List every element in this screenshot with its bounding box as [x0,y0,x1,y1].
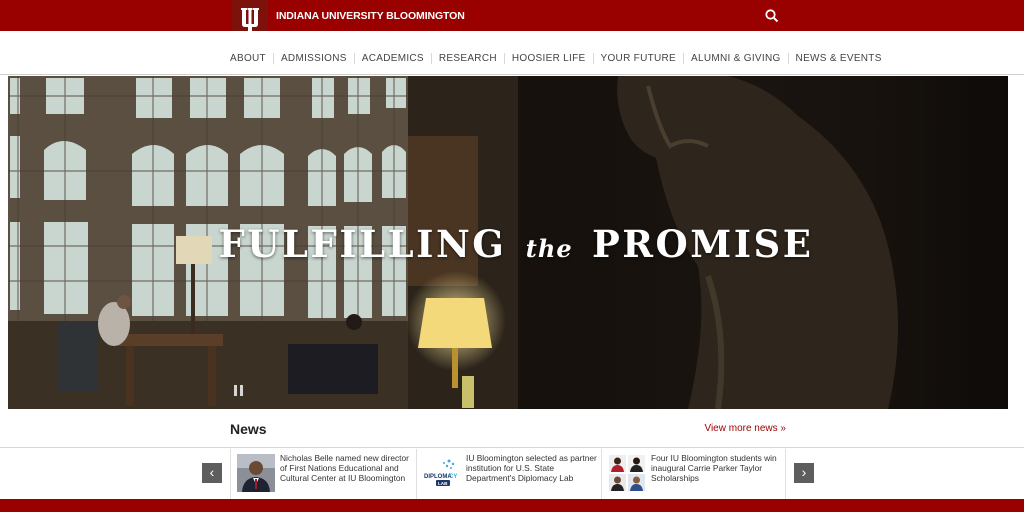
pause-icon[interactable] [234,385,244,396]
hero-title-middle: the [525,234,573,263]
news-card-title: IU Bloomington selected as partner insti… [466,453,597,483]
hero-video[interactable]: FULFILLING the PROMISE [8,76,1008,409]
footer-bar [0,499,1024,512]
news-card-title: Nicholas Belle named new director of Fir… [280,453,409,483]
portrait-image [237,454,275,492]
nav-item-hoosier-life[interactable]: HOOSIER LIFE [503,53,593,64]
nav-item-your-future[interactable]: YOUR FUTURE [592,53,684,64]
news-header: News View more news » [0,409,1024,448]
news-thumbnail [608,454,646,492]
nav-item-research[interactable]: RESEARCH [430,53,504,64]
hero-title: FULFILLING the PROMISE [8,222,1008,266]
students-collage-image [608,454,646,492]
nav-item-admissions[interactable]: ADMISSIONS [272,53,354,64]
news-card-title: Four IU Bloomington students win inaugur… [651,453,777,483]
svg-text:CY: CY [449,474,457,480]
chevron-left-icon[interactable]: ‹ [202,463,222,483]
pause-bar-right [240,385,243,396]
news-card[interactable]: Four IU Bloomington students win inaugur… [601,449,786,499]
search-icon[interactable] [764,8,780,24]
pause-bar-left [234,385,237,396]
news-heading: News [230,421,267,437]
news-thumbnail: DIPLOMA CY LAB [423,454,461,492]
brand-name[interactable]: INDIANA UNIVERSITY BLOOMINGTON [276,10,465,22]
diplomacy-lab-logo: DIPLOMA CY LAB [423,454,461,492]
nav-item-academics[interactable]: ACADEMICS [353,53,431,64]
news-card[interactable]: Nicholas Belle named new director of Fir… [230,449,415,499]
nav-item-news-events[interactable]: NEWS & EVENTS [787,53,889,64]
view-more-news-link[interactable]: View more news » [704,423,786,434]
hero-title-start: FULFILLING [218,222,507,266]
main-nav-list: ABOUT ADMISSIONS ACADEMICS RESEARCH HOOS… [230,53,889,64]
top-bar: INDIANA UNIVERSITY BLOOMINGTON [0,0,1024,42]
news-card[interactable]: DIPLOMA CY LAB IU Bloomington selected a… [416,449,601,499]
main-nav: ABOUT ADMISSIONS ACADEMICS RESEARCH HOOS… [0,31,1024,75]
chevron-right-icon[interactable]: › [794,463,814,483]
hero-title-end: PROMISE [591,222,814,266]
news-carousel: ‹ Nicholas Belle named new director of F… [0,449,1024,499]
nav-item-alumni-giving[interactable]: ALUMNI & GIVING [683,53,788,64]
nav-item-about[interactable]: ABOUT [230,53,273,64]
news-thumbnail [237,454,275,492]
svg-text:LAB: LAB [438,481,448,486]
